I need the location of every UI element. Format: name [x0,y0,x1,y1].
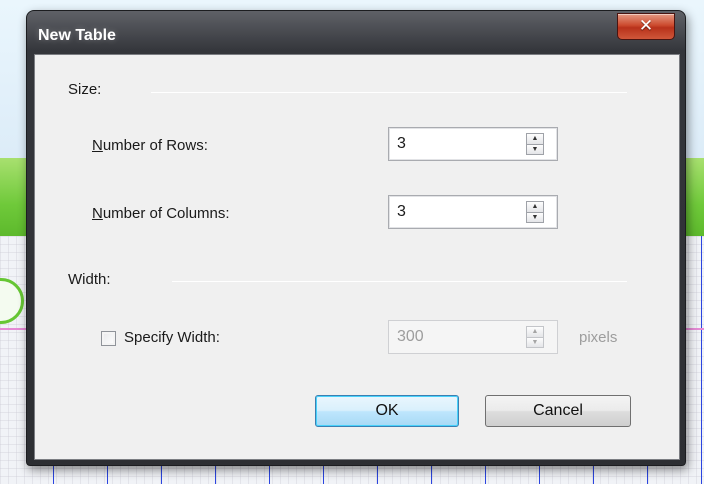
dialog-content: Size: Number of Rows: 3 ▲ ▼ Number of Co… [34,54,680,460]
rows-value[interactable]: 3 [397,135,406,153]
size-group-label: Size: [68,81,102,98]
rows-spin-up-icon[interactable]: ▲ [526,133,544,145]
width-unit-label: pixels [579,329,618,346]
rows-label: Number of Rows: [92,137,208,154]
close-button[interactable]: ✕ [617,13,675,40]
new-table-dialog: New Table ✕ Size: Number of Rows: 3 ▲ ▼ … [26,10,686,466]
width-value: 300 [397,328,424,345]
columns-value[interactable]: 3 [397,203,406,221]
width-group-divider [172,281,627,282]
rows-spin-down-icon[interactable]: ▼ [526,144,544,155]
columns-spin-down-icon[interactable]: ▼ [526,212,544,223]
width-group-label: Width: [68,271,111,288]
width-spinbox: 300 ▲ ▼ [388,320,558,354]
width-spin-up-icon: ▲ [526,326,544,338]
specify-width-label[interactable]: Specify Width: [124,329,220,346]
dialog-title: New Table [38,27,116,44]
rows-spinbox[interactable]: 3 ▲ ▼ [388,127,558,161]
close-icon: ✕ [638,16,654,36]
size-group-divider [151,92,627,93]
columns-spinbox[interactable]: 3 ▲ ▼ [388,195,558,229]
width-spin-down-icon: ▼ [526,337,544,348]
ok-button[interactable]: OK [315,395,459,427]
cancel-button[interactable]: Cancel [485,395,631,427]
specify-width-checkbox[interactable] [101,331,116,346]
columns-spin-up-icon[interactable]: ▲ [526,201,544,213]
columns-label: Number of Columns: [92,205,230,222]
